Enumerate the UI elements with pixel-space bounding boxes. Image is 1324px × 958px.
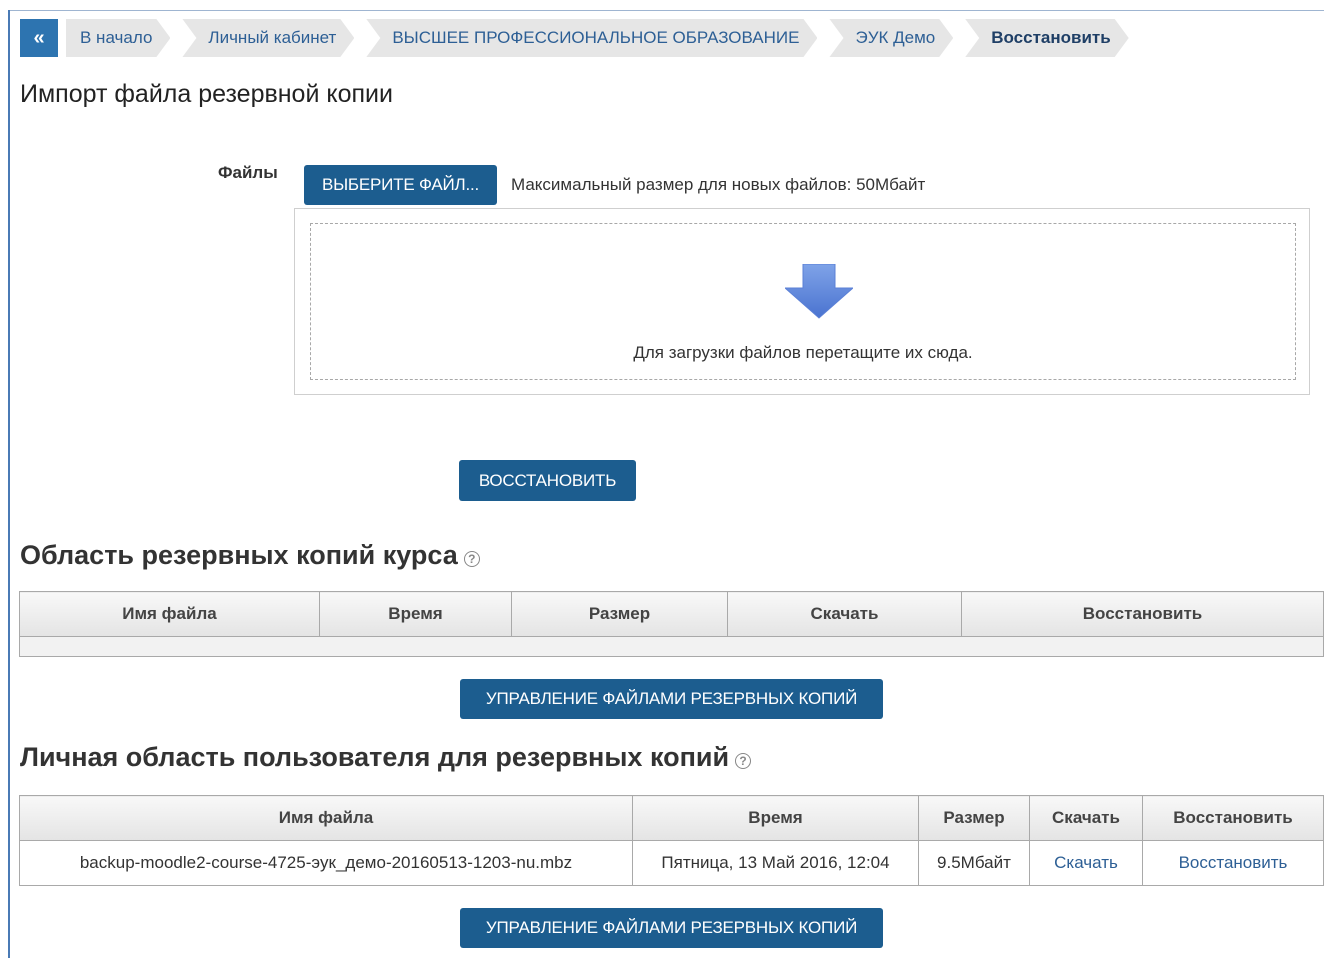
download-link[interactable]: Скачать <box>1054 853 1118 872</box>
user-backup-area-title-text: Личная область пользователя для резервны… <box>20 742 730 772</box>
choose-file-button[interactable]: ВЫБЕРИТЕ ФАЙЛ... <box>304 165 497 205</box>
download-cell: Скачать <box>1029 840 1143 886</box>
column-header-time: Время <box>319 591 512 637</box>
course-backup-table: Имя файла Время Размер Скачать Восстанов… <box>19 591 1324 657</box>
manage-user-backups-button[interactable]: УПРАВЛЕНИЕ ФАЙЛАМИ РЕЗЕРВНЫХ КОПИЙ <box>460 908 883 948</box>
column-header-restore: Восстановить <box>961 591 1324 637</box>
restore-cell: Восстановить <box>1142 840 1324 886</box>
backup-filename: backup-moodle2-course-4725-эук_демо-2016… <box>19 840 633 886</box>
backup-time: Пятница, 13 Май 2016, 12:04 <box>632 840 919 886</box>
column-header-download: Скачать <box>727 591 962 637</box>
files-label: Файлы <box>218 163 278 182</box>
file-drop-zone[interactable]: Для загрузки файлов перетащите их сюда. <box>294 208 1310 395</box>
breadcrumb-category[interactable]: ВЫСШЕЕ ПРОФЕССИОНАЛЬНОЕ ОБРАЗОВАНИЕ <box>366 19 817 57</box>
user-backup-area-title: Личная область пользователя для резервны… <box>20 742 752 773</box>
breadcrumb-dashboard[interactable]: Личный кабинет <box>182 19 354 57</box>
page-title: Импорт файла резервной копии <box>20 80 393 108</box>
frame-left-border <box>8 10 10 958</box>
table-row: backup-moodle2-course-4725-эук_демо-2016… <box>19 840 1324 886</box>
column-header-size: Размер <box>918 795 1030 841</box>
column-header-download: Скачать <box>1029 795 1143 841</box>
user-backup-table: Имя файла Время Размер Скачать Восстанов… <box>19 795 1324 886</box>
download-arrow-icon <box>785 264 853 319</box>
frame-top-border <box>8 10 1324 11</box>
breadcrumb-current-restore[interactable]: Восстановить <box>965 19 1128 57</box>
column-header-time: Время <box>632 795 919 841</box>
breadcrumb: « В начало Личный кабинет ВЫСШЕЕ ПРОФЕСС… <box>20 19 1141 57</box>
column-header-restore: Восстановить <box>1142 795 1324 841</box>
manage-course-backups-button[interactable]: УПРАВЛЕНИЕ ФАЙЛАМИ РЕЗЕРВНЫХ КОПИЙ <box>460 679 883 719</box>
backup-size: 9.5Мбайт <box>918 840 1030 886</box>
breadcrumb-course[interactable]: ЭУК Демо <box>829 19 953 57</box>
column-header-filename: Имя файла <box>19 591 320 637</box>
breadcrumb-collapse-button[interactable]: « <box>20 19 58 57</box>
restore-link[interactable]: Восстановить <box>1179 853 1288 872</box>
empty-cell <box>19 636 1324 657</box>
empty-table-row <box>19 636 1324 657</box>
restore-upload-button[interactable]: ВОССТАНОВИТЬ <box>459 460 636 501</box>
breadcrumb-home[interactable]: В начало <box>66 19 170 57</box>
help-icon[interactable]: ? <box>463 550 480 567</box>
column-header-size: Размер <box>511 591 728 637</box>
file-drop-zone-border: Для загрузки файлов перетащите их сюда. <box>310 223 1296 380</box>
course-backup-area-title: Область резервных копий курса ? <box>20 540 480 571</box>
course-backup-area-title-text: Область резервных копий курса <box>20 540 458 570</box>
column-header-filename: Имя файла <box>19 795 633 841</box>
help-icon[interactable]: ? <box>735 752 752 769</box>
max-file-size-text: Максимальный размер для новых файлов: 50… <box>511 175 926 194</box>
drop-zone-text: Для загрузки файлов перетащите их сюда. <box>633 343 973 362</box>
